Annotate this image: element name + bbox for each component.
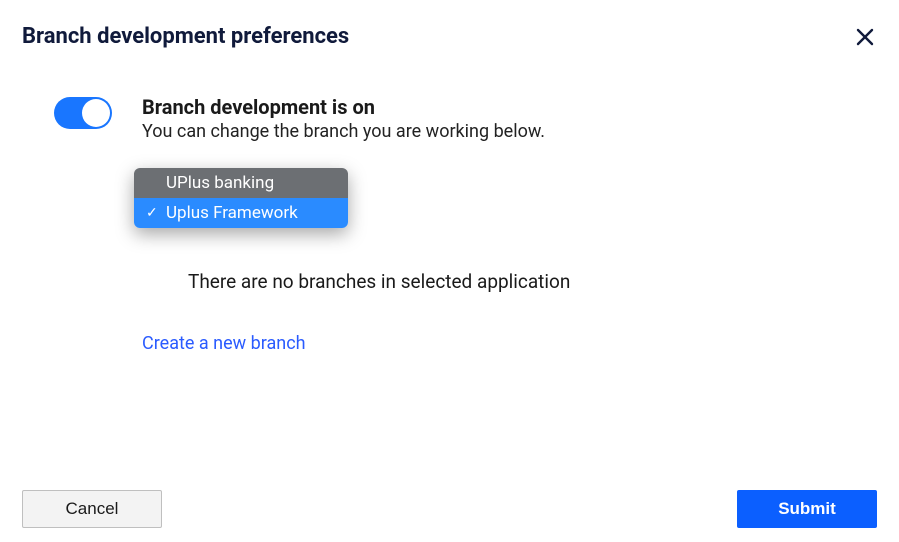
dialog-content: Branch development is on You can change … (0, 59, 899, 354)
dialog-header: Branch development preferences (0, 0, 899, 59)
no-branches-message: There are no branches in selected applic… (188, 270, 570, 293)
check-icon: ✓ (146, 205, 162, 221)
submit-button[interactable]: Submit (737, 490, 877, 528)
create-branch-link[interactable]: Create a new branch (142, 333, 306, 354)
status-row: Branch development is on You can change … (54, 95, 877, 354)
toggle-knob (82, 99, 110, 127)
branch-dev-toggle[interactable] (54, 97, 112, 129)
dropdown-option-uplus-banking[interactable]: UPlus banking (134, 168, 348, 198)
dropdown-option-label: UPlus banking (166, 173, 274, 193)
application-dropdown[interactable]: UPlus banking ✓ Uplus Framework (134, 168, 348, 228)
status-description: You can change the branch you are workin… (142, 121, 570, 142)
dialog-footer: Cancel Submit (0, 490, 899, 528)
dropdown-option-label: Uplus Framework (166, 203, 298, 223)
dialog-title: Branch development preferences (22, 24, 349, 49)
cancel-button[interactable]: Cancel (22, 490, 162, 528)
close-icon[interactable] (853, 25, 877, 49)
status-title: Branch development is on (142, 95, 570, 119)
status-text-block: Branch development is on You can change … (142, 95, 570, 354)
dropdown-option-uplus-framework[interactable]: ✓ Uplus Framework (134, 198, 348, 228)
